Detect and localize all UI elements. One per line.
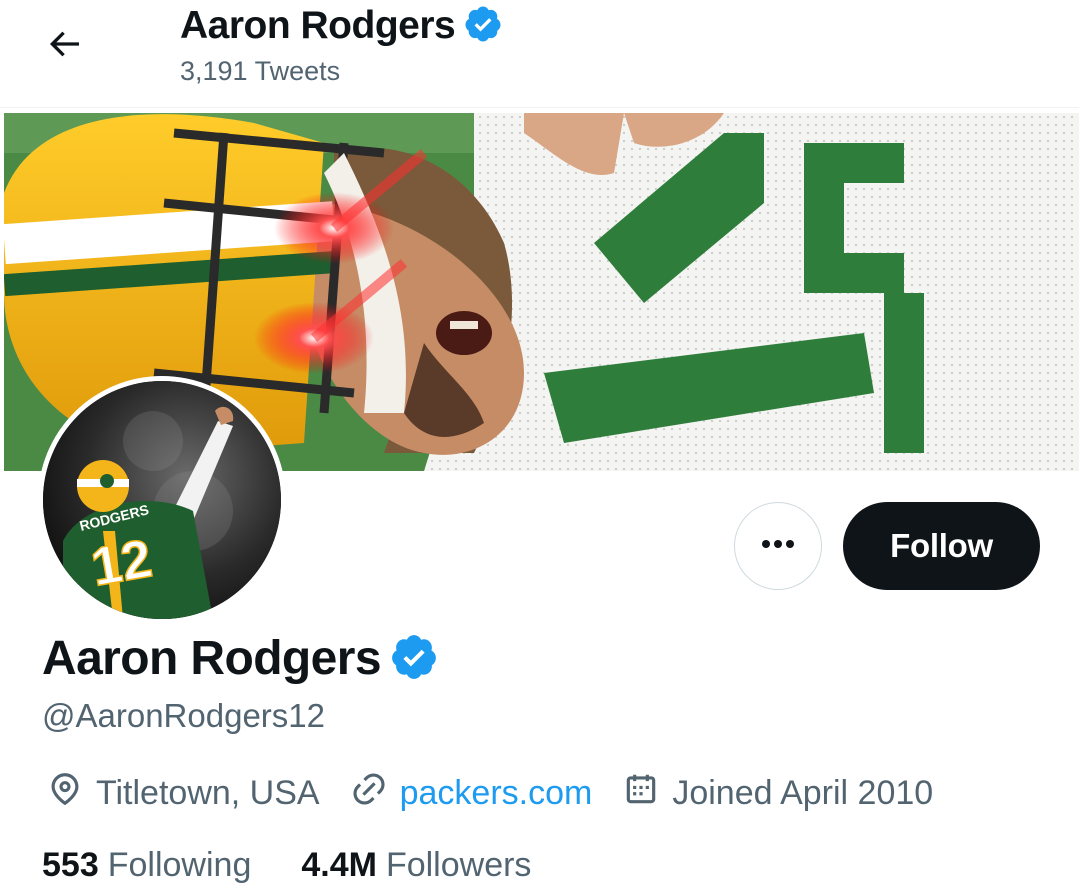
followers-stat[interactable]: 4.4M Followers [301,846,531,885]
profile-header: Aaron Rodgers 3,191 Tweets [0,0,1079,108]
verified-badge-icon [463,4,503,49]
avatar-jersey-number: 12 [87,528,157,598]
follow-button[interactable]: Follow [843,502,1040,590]
verified-badge-icon[interactable] [389,632,439,687]
joined-text: Joined April 2010 [672,773,934,812]
following-count: 553 [42,846,99,884]
profile-name-row: Aaron Rodgers [42,630,439,688]
profile-handle: @AaronRodgers12 [42,697,325,734]
profile-avatar[interactable]: RODGERS 12 [38,376,286,624]
calendar-icon [622,770,660,817]
back-button[interactable] [34,22,94,70]
website-item[interactable]: packers.com [350,770,593,817]
header-title: Aaron Rodgers [180,4,456,47]
profile-name: Aaron Rodgers [42,632,382,685]
following-stat[interactable]: 553 Following [42,846,251,885]
header-title-row: Aaron Rodgers [180,2,503,50]
website-link[interactable]: packers.com [400,774,593,813]
profile-meta: Titletown, USA packers.com Joined April … [46,770,963,816]
followers-count: 4.4M [301,846,377,884]
link-icon [350,770,388,817]
tweet-count: 3,191 Tweets [180,56,341,86]
joined-item: Joined April 2010 [622,770,933,817]
more-options-button[interactable] [734,502,822,590]
location-pin-icon [46,770,84,817]
profile-stats: 553 Following 4.4M Followers [42,846,581,885]
location-text: Titletown, USA [96,773,320,812]
more-dots-icon [758,537,798,555]
followers-label: Followers [385,846,532,884]
location-item: Titletown, USA [46,770,320,817]
arrow-left-icon [44,24,84,69]
following-label: Following [107,846,252,884]
avatar-image: RODGERS 12 [43,381,281,619]
